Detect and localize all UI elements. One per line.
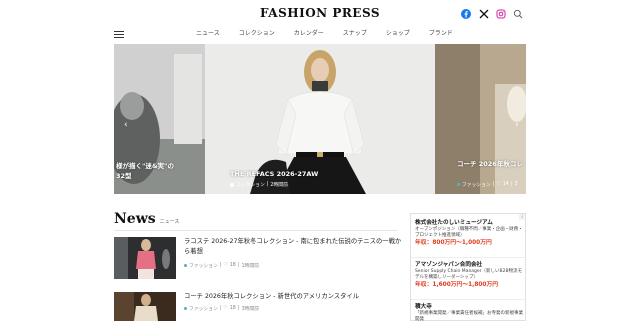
meta-separator: | <box>237 306 240 311</box>
category-dot-icon <box>184 307 187 310</box>
carousel-slide-left[interactable]: 様が描く"迷&実"の 32型 ‹ <box>114 44 205 194</box>
slide-left-caption-1: 様が描く"迷&実"の <box>116 162 174 170</box>
x-icon[interactable] <box>478 8 490 20</box>
news-title: News <box>114 211 156 227</box>
article-thumbnail[interactable] <box>114 237 176 279</box>
job-company[interactable]: 積大寺 <box>415 303 523 311</box>
meta-separator: | <box>510 182 513 187</box>
heart-icon: ♡ <box>223 263 228 268</box>
hero-carousel: 様が描く"迷&実"の 32型 ‹ THE REFACS 2026-27AW コレ… <box>114 44 526 194</box>
category-dot-icon <box>457 183 460 186</box>
article-meta: ファッション | ♡ 18 | 1時間前 <box>184 262 259 269</box>
menu-icon[interactable] <box>114 31 124 39</box>
job-divider <box>411 257 525 258</box>
news-subtitle: ニュース <box>159 219 180 225</box>
nav-item-news[interactable]: ニュース <box>196 29 220 39</box>
facebook-icon[interactable] <box>460 8 472 20</box>
nav-item-calendar[interactable]: カレンダー <box>294 29 324 39</box>
article-title[interactable]: コーチ 2026年秋コレクション - 新世代のアメリカンスタイル <box>184 292 402 302</box>
article-meta: ファッション | ♡ 18 | 3時間前 <box>184 305 259 312</box>
job-description: Senior Supply Chain Manager（新しいB2B物流モデルを… <box>415 269 523 280</box>
article-time: 1時間前 <box>241 264 259 269</box>
news-article[interactable]: コーチ 2026年秋コレクション - 新世代のアメリカンスタイル ファッション … <box>114 292 404 321</box>
news-divider <box>114 230 398 231</box>
search-icon[interactable] <box>512 8 524 20</box>
article-time: 3時間前 <box>241 307 259 312</box>
meta-separator: | <box>492 182 495 187</box>
news-section-heading: News ニュース <box>114 211 179 227</box>
slide-center-category: コレクション <box>236 183 265 188</box>
heart-icon: ♡ <box>496 182 501 187</box>
job-divider <box>411 299 525 300</box>
job-listing[interactable]: アマゾンジャパン合同会社 Senior Supply Chain Manager… <box>415 261 523 289</box>
carousel-slide-right[interactable]: コーチ 2026年秋コレ ファッション | ♡ 14 | 3 › <box>435 44 526 194</box>
nav-item-snap[interactable]: スナップ <box>343 29 367 39</box>
article-category: ファッション <box>189 264 218 269</box>
carousel-slide-center[interactable]: THE REFACS 2026-27AW コレクション | 2時間前 <box>206 44 434 194</box>
article-likes: 18 <box>229 263 236 268</box>
site-header: FASHION PRESS <box>0 0 640 28</box>
job-salary: 年収：1,600万円〜1,800万円 <box>415 282 499 288</box>
meta-separator: | <box>219 263 222 268</box>
site-logo[interactable]: FASHION PRESS <box>0 6 640 20</box>
nav-items: ニュース コレクション カレンダー スナップ ショップ ブランド <box>196 29 472 39</box>
job-description: オープンポジション（職種不問／事業・企画・財務・プロジェクト推進領域） <box>415 227 523 238</box>
article-thumbnail[interactable] <box>114 292 176 321</box>
article-category: ファッション <box>189 307 218 312</box>
slide-right-time: 3 <box>514 182 518 187</box>
job-description: 「新規事業開発／事業責任者候補」お寺発の新規事業開発 <box>415 311 523 321</box>
slide-left-caption-2: 32型 <box>116 172 132 180</box>
job-listing[interactable]: 積大寺 「新規事業開発／事業責任者候補」お寺発の新規事業開発 <box>415 303 523 321</box>
job-listing[interactable]: 株式会社たのしいミュージアム オープンポジション（職種不問／事業・企画・財務・プ… <box>415 219 523 247</box>
instagram-icon[interactable] <box>495 8 507 20</box>
slide-right-likes: 14 <box>502 182 509 187</box>
news-article[interactable]: ラコステ 2026-27年秋冬コレクション - 南に包まれた伝説のテニスの一戦か… <box>114 237 404 279</box>
slide-right-image <box>435 44 526 194</box>
slide-right-meta: ファッション | ♡ 14 | 3 <box>457 181 518 188</box>
nav-item-collection[interactable]: コレクション <box>239 29 275 39</box>
job-ad-panel: i 株式会社たのしいミュージアム オープンポジション（職種不問／事業・企画・財務… <box>410 213 526 321</box>
article-likes: 18 <box>229 306 236 311</box>
slide-center-title[interactable]: THE REFACS 2026-27AW <box>230 170 318 178</box>
job-company[interactable]: 株式会社たのしいミュージアム <box>415 219 523 227</box>
carousel-next-icon[interactable]: › <box>515 120 523 130</box>
nav-item-shop[interactable]: ショップ <box>386 29 410 39</box>
heart-icon: ♡ <box>223 306 228 311</box>
meta-separator: | <box>237 263 240 268</box>
meta-separator: | <box>266 182 269 187</box>
main-nav: ニュース コレクション カレンダー スナップ ショップ ブランド <box>0 29 640 41</box>
slide-center-meta: コレクション | 2時間前 <box>230 181 288 188</box>
nav-item-brand[interactable]: ブランド <box>429 29 453 39</box>
category-dot-icon <box>184 264 187 267</box>
job-company[interactable]: アマゾンジャパン合同会社 <box>415 261 523 269</box>
slide-right-category: ファッション <box>462 183 491 188</box>
slide-center-time: 2時間前 <box>270 183 288 188</box>
meta-separator: | <box>219 306 222 311</box>
category-icon <box>230 182 234 187</box>
article-title[interactable]: ラコステ 2026-27年秋冬コレクション - 南に包まれた伝説のテニスの一戦か… <box>184 237 402 257</box>
carousel-prev-icon[interactable]: ‹ <box>124 120 132 130</box>
job-salary: 年収：800万円〜1,000万円 <box>415 240 492 246</box>
slide-right-title[interactable]: コーチ 2026年秋コレ <box>457 158 523 168</box>
